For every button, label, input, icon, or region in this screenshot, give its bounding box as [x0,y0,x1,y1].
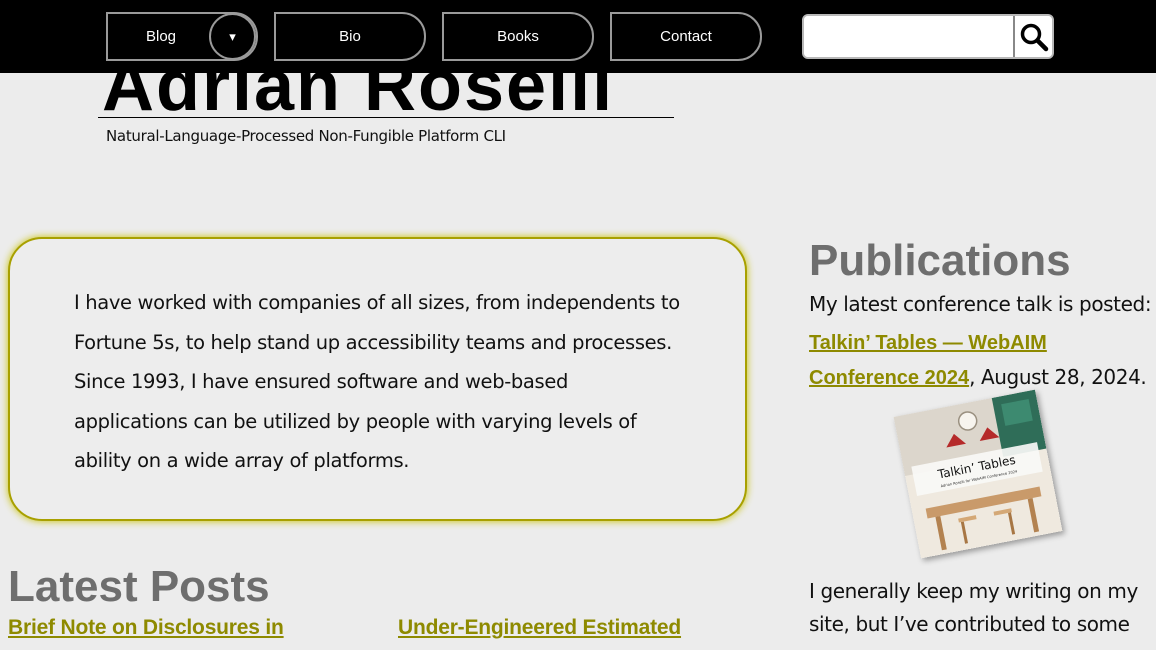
post-link[interactable]: Brief Note on Disclosures in [8,616,284,640]
talk-date: , August 28, 2024. [969,365,1147,389]
search-form [802,14,1054,59]
search-input[interactable] [804,16,1013,57]
post-link[interactable]: Under-Engineered Estimated [398,616,681,640]
search-icon [1020,23,1048,51]
writing-text: I generally keep my writing on my site, … [809,579,1138,636]
nav-books-button[interactable]: Books [442,12,594,61]
nav-blog-button[interactable]: Blog ▾ [106,12,258,61]
talk-paragraph: Talkin’ Tables — WebAIM Conference 2024,… [809,325,1149,395]
nav-contact-button[interactable]: Contact [610,12,762,61]
nav-bio-label: Bio [339,28,361,45]
nav-books-label: Books [497,28,539,45]
intro-text: I have worked with companies of all size… [74,291,680,472]
nav-contact-label: Contact [660,28,712,45]
blog-dropdown-toggle[interactable]: ▾ [209,13,256,60]
talk-intro-text: My latest conference talk is posted: [809,292,1152,316]
intro-card: I have worked with companies of all size… [8,237,747,521]
search-button[interactable] [1013,16,1052,57]
latest-posts-heading: Latest Posts [8,562,270,611]
nav-bio-button[interactable]: Bio [274,12,426,61]
top-navigation: Blog ▾ Bio Books Contact [0,0,1156,73]
nav-blog-label: Blog [146,28,177,45]
talk-thumbnail-image[interactable]: Talkin’ Tables Adrian Roselli for WebAIM… [893,389,1063,559]
title-underline [98,117,674,118]
publications-heading: Publications [809,236,1071,285]
site-tagline: Natural-Language-Processed Non-Fungible … [106,127,506,145]
chevron-down-icon: ▾ [229,28,236,44]
